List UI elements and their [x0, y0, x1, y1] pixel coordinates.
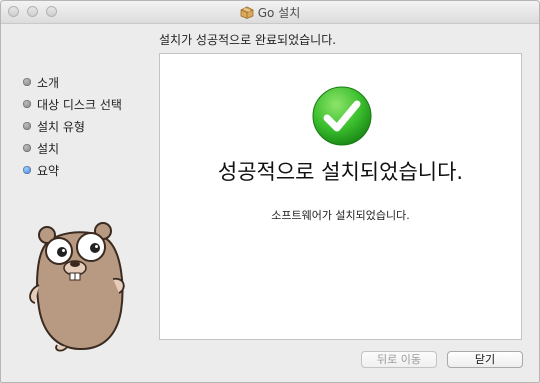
package-icon — [240, 6, 254, 22]
installer-window: Go 설치 설치가 성공적으로 완료되었습니다. 소개 대상 디스크 선택 설치… — [0, 0, 540, 383]
step-installation-type: 설치 유형 — [23, 115, 122, 137]
step-bullet-active-icon — [23, 166, 31, 174]
step-destination-select: 대상 디스크 선택 — [23, 93, 122, 115]
step-label: 요약 — [37, 163, 60, 178]
step-label: 설치 — [37, 141, 60, 156]
installer-steps-list: 소개 대상 디스크 선택 설치 유형 설치 요약 — [23, 71, 122, 181]
success-message: 소프트웨어가 설치되었습니다. — [271, 209, 410, 222]
step-label: 대상 디스크 선택 — [37, 97, 122, 112]
window-title: Go 설치 — [1, 4, 539, 22]
step-label: 설치 유형 — [37, 119, 85, 134]
step-introduction: 소개 — [23, 71, 122, 93]
step-installation: 설치 — [23, 137, 122, 159]
step-label: 소개 — [37, 75, 60, 90]
go-back-button[interactable]: 뒤로 이동 — [361, 351, 437, 368]
close-button[interactable]: 닫기 — [447, 351, 523, 368]
summary-content-panel: 성공적으로 설치되었습니다. 소프트웨어가 설치되었습니다. — [159, 53, 522, 340]
success-headline: 성공적으로 설치되었습니다. — [217, 160, 464, 184]
window-title-text: Go 설치 — [257, 6, 301, 20]
step-bullet-icon — [23, 100, 31, 108]
step-bullet-icon — [23, 78, 31, 86]
gopher-mascot-icon — [17, 213, 129, 357]
installer-status-subtitle: 설치가 성공적으로 완료되었습니다. — [159, 33, 337, 47]
step-summary: 요약 — [23, 159, 122, 181]
step-bullet-icon — [23, 144, 31, 152]
title-bar: Go 설치 — [1, 1, 539, 24]
step-bullet-icon — [23, 122, 31, 130]
success-checkmark-icon — [311, 85, 373, 151]
